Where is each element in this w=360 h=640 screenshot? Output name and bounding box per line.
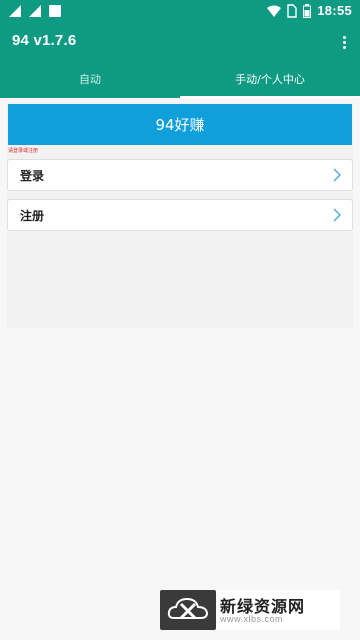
status-right-icons: 18:55	[267, 3, 352, 18]
chevron-right-icon	[333, 208, 341, 222]
register-label: 注册	[20, 208, 45, 223]
watermark-url: www.xlbs.com	[220, 614, 284, 624]
wifi-icon	[267, 5, 282, 17]
status-bar: 18:55	[0, 0, 360, 24]
chevron-right-icon	[333, 168, 341, 182]
account-panel: 94好赚 请登录或注册 登录 注册	[7, 102, 353, 328]
tab-manual-personal-center[interactable]: 手动/个人中心	[180, 60, 360, 98]
watermark-logo-icon	[160, 590, 216, 630]
app-title: 94 v1.7.6	[12, 32, 77, 49]
login-label: 登录	[20, 168, 45, 183]
register-row[interactable]: 注册	[7, 199, 353, 231]
login-notice: 请登录或注册	[8, 148, 39, 154]
status-left-icons	[8, 4, 62, 18]
signal-icon	[9, 5, 21, 17]
watermark: 新绿资源网 www.xlbs.com	[160, 590, 340, 630]
login-row[interactable]: 登录	[7, 159, 353, 191]
tab-bar: 自动 手动/个人中心	[0, 60, 360, 98]
notification-icon	[49, 5, 61, 17]
main-content: 94好赚 请登录或注册 登录 注册	[0, 98, 360, 640]
brand-banner: 94好赚	[8, 104, 352, 145]
status-time: 18:55	[317, 3, 352, 18]
tab-auto[interactable]: 自动	[0, 60, 180, 98]
overflow-menu-icon[interactable]	[338, 32, 350, 52]
app-bar: 94 v1.7.6	[0, 24, 360, 60]
signal-icon	[29, 5, 41, 17]
sim-icon	[287, 3, 297, 18]
battery-icon	[303, 3, 312, 18]
